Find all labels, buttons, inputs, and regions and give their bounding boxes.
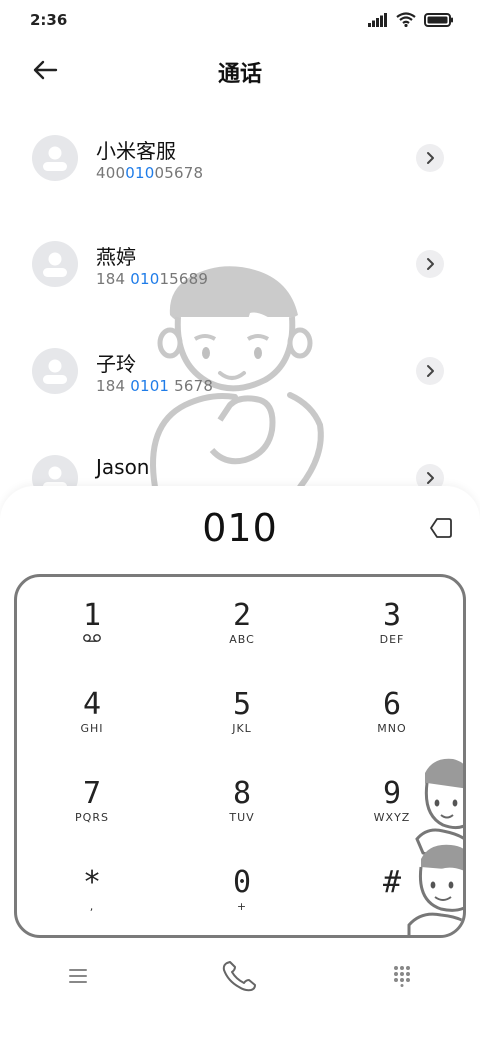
- kids-illustration: [407, 758, 463, 935]
- key-letters: +: [236, 900, 248, 913]
- avatar: [32, 135, 78, 181]
- backspace-button[interactable]: [426, 514, 456, 542]
- person-icon: [43, 252, 67, 277]
- status-bar: 2:36: [0, 0, 480, 40]
- key-digit: 4: [82, 687, 102, 722]
- contact-number: 184 0101 5678: [96, 377, 214, 395]
- key-letters: PQRS: [75, 811, 109, 824]
- wifi-icon: [396, 12, 416, 27]
- signal-icon: [368, 12, 387, 27]
- key-digit: 8: [232, 776, 252, 811]
- contact-row[interactable]: 小米客服 40001005678: [0, 118, 480, 198]
- key-1[interactable]: 1: [17, 577, 167, 666]
- key-3[interactable]: 3 DEF: [317, 577, 463, 666]
- key-digit: 1: [82, 598, 102, 633]
- chevron-right-icon: [427, 365, 434, 377]
- key-letters: ABC: [229, 633, 255, 646]
- key-0[interactable]: 0 +: [167, 844, 317, 933]
- dialpad-toggle-button[interactable]: [380, 956, 424, 996]
- contact-name: 子玲: [96, 352, 136, 376]
- key-letters: MNO: [377, 722, 407, 735]
- call-button[interactable]: [218, 956, 262, 996]
- keypad: 1 2 ABC 3 DEF 4 GHI 5 JKL 6 MNO 7 PQRS 8…: [14, 574, 466, 938]
- status-icons: [368, 12, 454, 27]
- contact-name: 小米客服: [96, 139, 176, 163]
- dialpad-icon: [394, 966, 410, 987]
- key-4[interactable]: 4 GHI: [17, 666, 167, 755]
- dialed-number: 010: [202, 506, 278, 550]
- menu-icon: [69, 969, 87, 983]
- header: 通话: [0, 44, 480, 96]
- key-letters: JKL: [232, 722, 252, 735]
- battery-icon: [424, 12, 453, 27]
- key-letters: DEF: [379, 633, 405, 646]
- key-letters: TUV: [229, 811, 255, 824]
- key-digit: 3: [382, 598, 402, 633]
- key-star[interactable]: * ,: [17, 844, 167, 933]
- chevron-right-icon: [427, 258, 434, 270]
- key-7[interactable]: 7 PQRS: [17, 755, 167, 844]
- status-time: 2:36: [30, 11, 68, 29]
- key-digit: *: [82, 865, 102, 900]
- key-digit: 7: [82, 776, 102, 811]
- key-5[interactable]: 5 JKL: [167, 666, 317, 755]
- backspace-icon: [430, 518, 452, 538]
- contact-detail-button[interactable]: [416, 144, 444, 172]
- person-icon: [43, 146, 67, 171]
- contact-detail-button[interactable]: [416, 250, 444, 278]
- key-digit: 6: [382, 687, 402, 722]
- key-6[interactable]: 6 MNO: [317, 666, 463, 755]
- avatar: [32, 241, 78, 287]
- key-8[interactable]: 8 TUV: [167, 755, 317, 844]
- person-icon: [43, 359, 67, 384]
- avatar: [32, 348, 78, 394]
- key-digit: 5: [232, 687, 252, 722]
- chevron-right-icon: [427, 472, 434, 484]
- chevron-right-icon: [427, 152, 434, 164]
- contact-row[interactable]: 燕婷 184 01015689: [0, 224, 480, 304]
- voicemail-icon: [17, 633, 167, 647]
- contact-name: 燕婷: [96, 245, 136, 269]
- phone-icon: [222, 961, 256, 992]
- menu-button[interactable]: [56, 956, 100, 996]
- page-title: 通话: [217, 62, 262, 87]
- contact-number: 40001005678: [96, 164, 204, 182]
- key-2[interactable]: 2 ABC: [167, 577, 317, 666]
- bottom-bar: [0, 946, 480, 1006]
- contact-row[interactable]: 子玲 184 0101 5678: [0, 331, 480, 411]
- contact-name: Jason: [96, 455, 150, 479]
- key-digit: 2: [232, 598, 252, 633]
- contact-detail-button[interactable]: [416, 357, 444, 385]
- key-letters: ,: [89, 900, 95, 913]
- key-digit: 0: [232, 865, 252, 900]
- key-letters: GHI: [80, 722, 104, 735]
- contact-number: 184 01015689: [96, 270, 209, 288]
